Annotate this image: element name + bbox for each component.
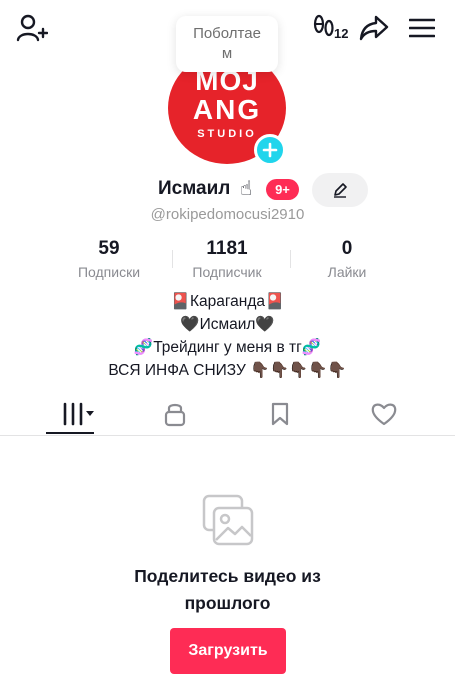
photo-gallery-icon [198,490,258,550]
empty-title-line2: прошлого [184,593,271,613]
tooltip-line2: м [221,45,233,62]
grid-icon [63,402,94,426]
add-user-icon[interactable] [14,12,50,44]
heart-icon [371,403,397,426]
bio-line: 🧬Трейдинг у меня в тг🧬 [133,339,322,356]
name-row: Исмаил ☝ 9+ [0,173,455,207]
footprints-icon[interactable]: 12 [312,12,352,44]
share-icon[interactable] [358,12,390,44]
avatar-logo-line2: ANG [192,94,262,125]
likes-count: 0 [341,238,353,259]
profile-handle: @rokipedomocusi2910 [150,206,305,223]
stat-divider [290,250,291,268]
pencil-icon [334,183,347,198]
menu-icon[interactable] [406,12,438,44]
profile-tabs [0,394,455,436]
profile-stats: 59 Подписки 1181 Подписчик 0 Лайки [0,238,455,282]
empty-state-title: Поделитесь видео из прошлого [0,563,455,617]
empty-title-line1: Поделитесь видео из [134,566,321,586]
tooltip-line1: Поболтае [193,25,261,42]
upload-button[interactable]: Загрузить [170,628,286,674]
bio-line: ВСЯ ИНФА СНИЗУ 👇🏿👇🏿👇🏿👇🏿👇🏿 [108,362,347,379]
profile-bio: 🎴Караганда🎴 🖤Исмаил🖤 🧬Трейдинг у меня в … [0,290,455,382]
active-tab-indicator [46,432,94,434]
followers-count: 1181 [206,238,248,259]
following-label: Подписки [77,264,141,280]
stat-likes[interactable]: 0 Лайки [292,238,402,282]
notification-badge[interactable]: 9+ [266,179,299,200]
lock-icon [164,403,186,427]
add-story-plus-icon[interactable] [254,134,286,166]
bio-line: 🖤Исмаил🖤 [180,316,275,333]
tab-liked[interactable] [354,398,414,430]
pointing-up-emoji: ☝ [240,178,253,200]
likes-label: Лайки [327,264,367,280]
bookmark-icon [271,402,289,426]
stat-followers[interactable]: 1181 Подписчик [172,238,282,282]
bio-line: 🎴Караганда🎴 [170,293,285,310]
profile-name: Исмаил [158,178,231,199]
edit-profile-button[interactable] [312,173,368,207]
tab-private[interactable] [145,398,205,430]
following-count: 59 [98,238,120,259]
followers-label: Подписчик [192,264,262,280]
avatar-logo: MOJ ANG STUDIO [168,66,286,142]
stat-following[interactable]: 59 Подписки [54,238,164,282]
footprint-count: 12 [334,26,349,41]
chat-tooltip[interactable]: Поболтае м [176,16,278,72]
tab-videos[interactable] [46,398,106,430]
tab-saved[interactable] [250,398,310,430]
